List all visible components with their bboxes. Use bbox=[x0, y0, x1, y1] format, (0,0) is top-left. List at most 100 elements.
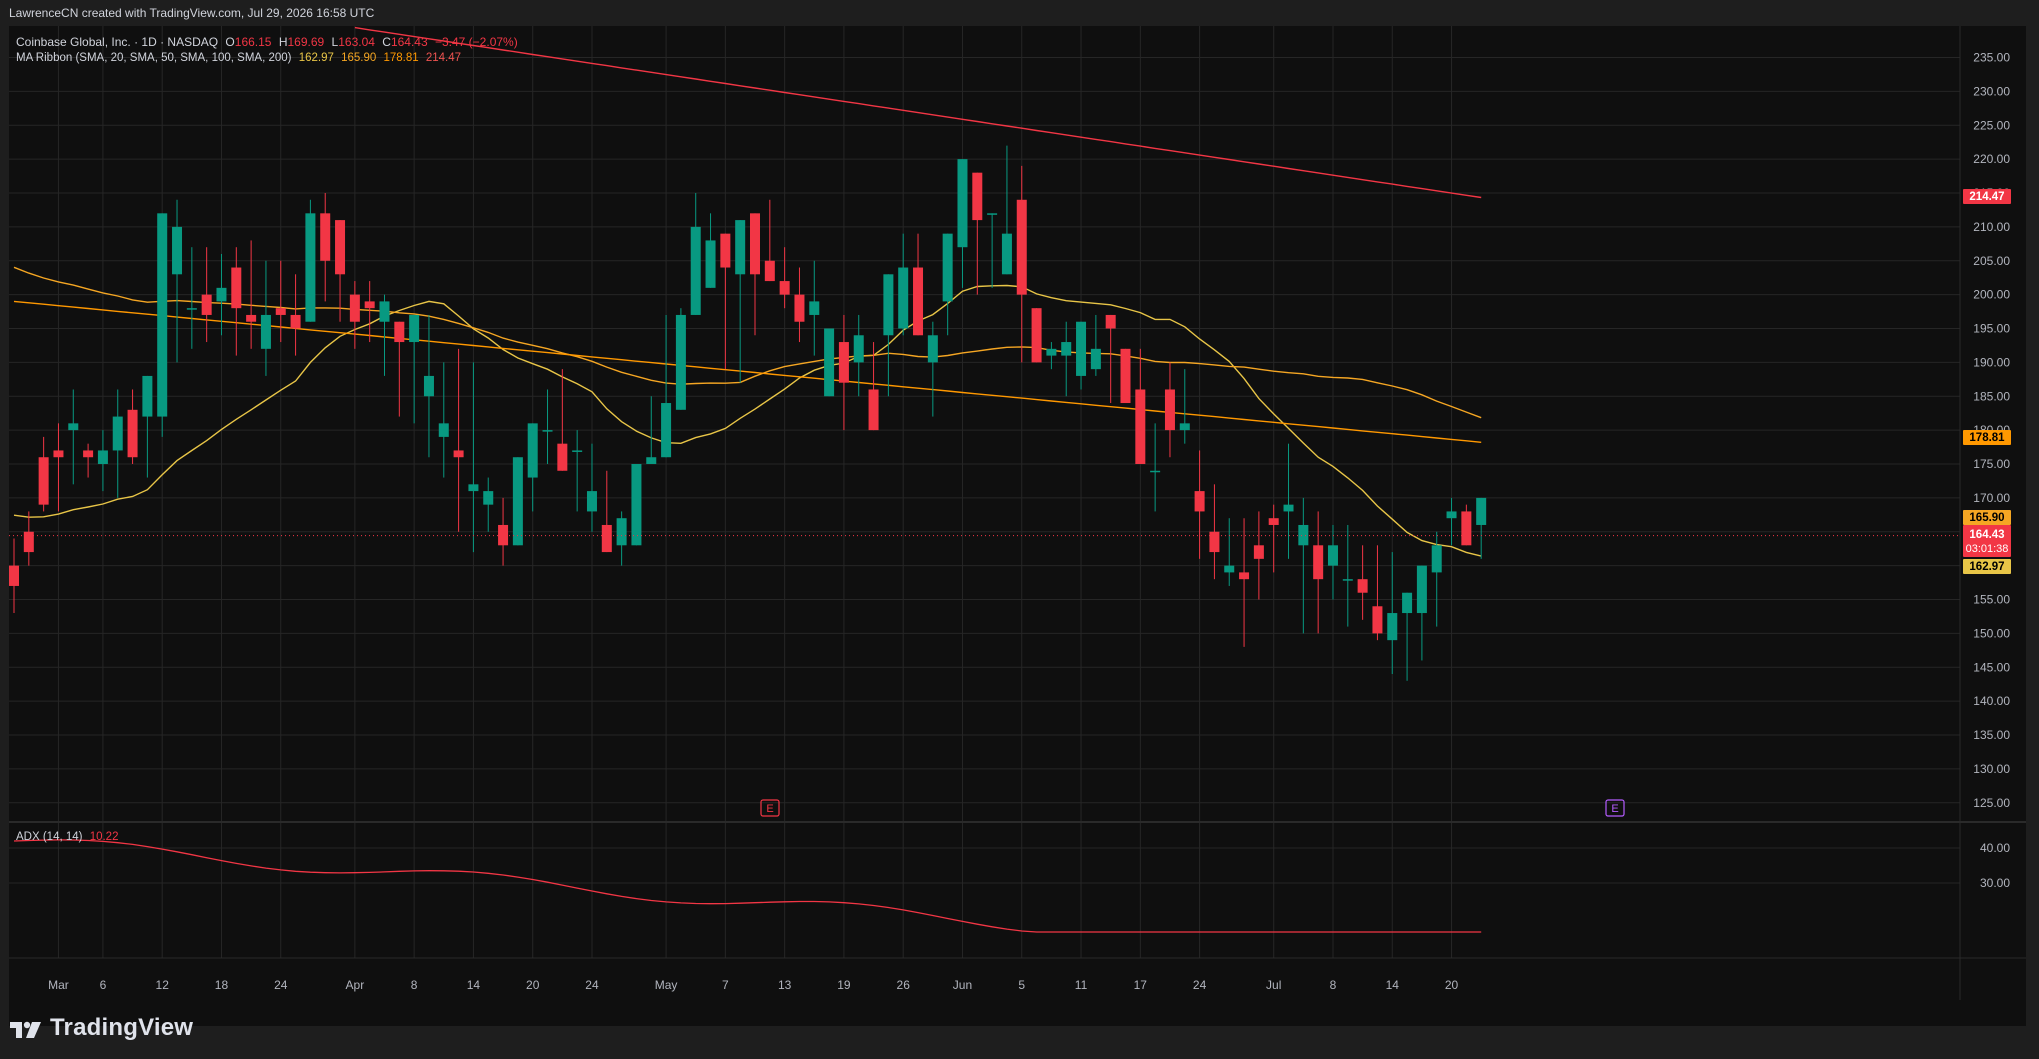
adx-label[interactable]: ADX (14, 14) bbox=[16, 831, 82, 843]
tradingview-logo-text: TradingView bbox=[50, 1014, 194, 1041]
candle bbox=[1209, 484, 1220, 580]
close-value: 164.43 bbox=[390, 35, 428, 49]
candle-body bbox=[1001, 233, 1012, 275]
price-tick-label: 200.00 bbox=[1973, 288, 2010, 302]
ma200-value: 214.47 bbox=[425, 52, 462, 64]
candle bbox=[1105, 314, 1116, 404]
candle bbox=[142, 375, 153, 478]
candle-body bbox=[1416, 565, 1427, 614]
candle bbox=[1283, 443, 1294, 559]
candle-body bbox=[1476, 497, 1487, 525]
time-tick-label: 24 bbox=[1193, 978, 1207, 992]
candle-body bbox=[1402, 592, 1413, 614]
candle bbox=[1372, 545, 1383, 641]
candle-body bbox=[335, 220, 346, 275]
candle-body bbox=[883, 274, 894, 336]
candle bbox=[1268, 504, 1279, 573]
time-tick-label: 5 bbox=[1018, 978, 1025, 992]
candle-body bbox=[1120, 348, 1131, 404]
price-tick-label: 140.00 bbox=[1973, 694, 2010, 708]
symbol-legend[interactable]: Coinbase Global, Inc. · 1D · NASDAQ O166… bbox=[16, 35, 522, 49]
candle-body bbox=[438, 423, 449, 437]
candle bbox=[483, 477, 494, 532]
candle bbox=[690, 193, 701, 315]
adx-value: 10.22 bbox=[89, 831, 119, 843]
candle bbox=[453, 348, 464, 532]
candle-body bbox=[216, 287, 227, 302]
ma100-badge: 178.81 bbox=[1963, 430, 2011, 445]
candle-body bbox=[750, 213, 760, 275]
candle bbox=[349, 281, 360, 349]
candle-body bbox=[1298, 524, 1309, 546]
adx-tick-label: 30.00 bbox=[1980, 876, 2010, 890]
price-tick-label: 230.00 bbox=[1973, 84, 2010, 98]
candle-body bbox=[735, 220, 746, 275]
candle bbox=[498, 497, 509, 566]
candle-body bbox=[512, 457, 523, 546]
price-tick-label: 130.00 bbox=[1973, 762, 2010, 776]
candle-body bbox=[675, 314, 686, 410]
last-price-text: 164.43 bbox=[1969, 529, 2004, 541]
candle bbox=[216, 253, 227, 336]
ma-ribbon-label[interactable]: MA Ribbon (SMA, 20, SMA, 50, SMA, 100, S… bbox=[16, 52, 291, 64]
candle-body bbox=[1446, 511, 1457, 519]
ma20-value: 162.97 bbox=[298, 52, 334, 64]
candle bbox=[675, 308, 686, 410]
candle-body bbox=[898, 267, 909, 329]
symbol-name[interactable]: Coinbase Global, Inc. · 1D · NASDAQ bbox=[16, 35, 218, 49]
candle bbox=[1446, 497, 1457, 546]
candle-body bbox=[483, 491, 494, 505]
ma20-badge: 162.97 bbox=[1963, 559, 2011, 574]
candle-body bbox=[1046, 348, 1057, 356]
candle bbox=[68, 389, 79, 485]
candle-body bbox=[853, 335, 864, 363]
candle-body bbox=[809, 301, 820, 315]
time-tick-label: 14 bbox=[467, 978, 481, 992]
price-tick-label: 125.00 bbox=[1973, 796, 2010, 810]
time-tick-label: 20 bbox=[526, 978, 540, 992]
adx-legend[interactable]: ADX (14, 14) 10.22 bbox=[16, 831, 122, 843]
candle bbox=[1327, 524, 1338, 600]
candle bbox=[750, 213, 760, 336]
candle-body bbox=[542, 430, 553, 432]
candle-body bbox=[661, 403, 672, 458]
candle bbox=[512, 457, 523, 546]
candle bbox=[1431, 531, 1442, 627]
price-tick-label: 235.00 bbox=[1973, 51, 2010, 65]
candle-body bbox=[972, 172, 983, 221]
candle bbox=[972, 172, 983, 295]
candle-body bbox=[157, 213, 168, 417]
candle bbox=[1239, 518, 1250, 647]
candle bbox=[201, 247, 212, 343]
candle bbox=[1253, 511, 1264, 600]
time-tick-label: Jul bbox=[1266, 978, 1281, 992]
candle-body bbox=[127, 409, 138, 458]
ma200-badge: 214.47 bbox=[1963, 189, 2011, 204]
candle bbox=[157, 213, 168, 437]
candle bbox=[927, 321, 938, 417]
time-tick-label: Apr bbox=[346, 978, 365, 992]
adx-line bbox=[13, 839, 1482, 933]
candle-body bbox=[1283, 504, 1294, 512]
candle-body bbox=[1031, 308, 1042, 363]
candle bbox=[601, 470, 612, 553]
candlestick-chart[interactable]: 125.00 130.00 135.00 140.00 145.00 150.00 155.… bbox=[0, 0, 2039, 1059]
candle bbox=[987, 213, 998, 288]
candle-body bbox=[468, 484, 479, 492]
ma-ribbon-legend[interactable]: MA Ribbon (SMA, 20, SMA, 50, SMA, 100, S… bbox=[16, 52, 465, 64]
low-value: 163.04 bbox=[338, 35, 375, 49]
candle-body bbox=[68, 423, 79, 431]
ma200-badge-text: 214.47 bbox=[1969, 191, 2004, 203]
candle bbox=[942, 233, 953, 336]
candle-body bbox=[409, 314, 420, 343]
candle-body bbox=[1164, 389, 1175, 431]
candle bbox=[1179, 369, 1190, 444]
candle-body bbox=[379, 301, 390, 322]
price-tick-label: 170.00 bbox=[1973, 491, 2010, 505]
price-tick-label: 185.00 bbox=[1973, 389, 2010, 403]
candle-body bbox=[557, 443, 568, 471]
ma200-line bbox=[354, 26, 1482, 199]
time-tick-label: 6 bbox=[100, 978, 107, 992]
candle bbox=[616, 511, 627, 566]
tradingview-logo[interactable]: TradingView bbox=[10, 1014, 193, 1042]
